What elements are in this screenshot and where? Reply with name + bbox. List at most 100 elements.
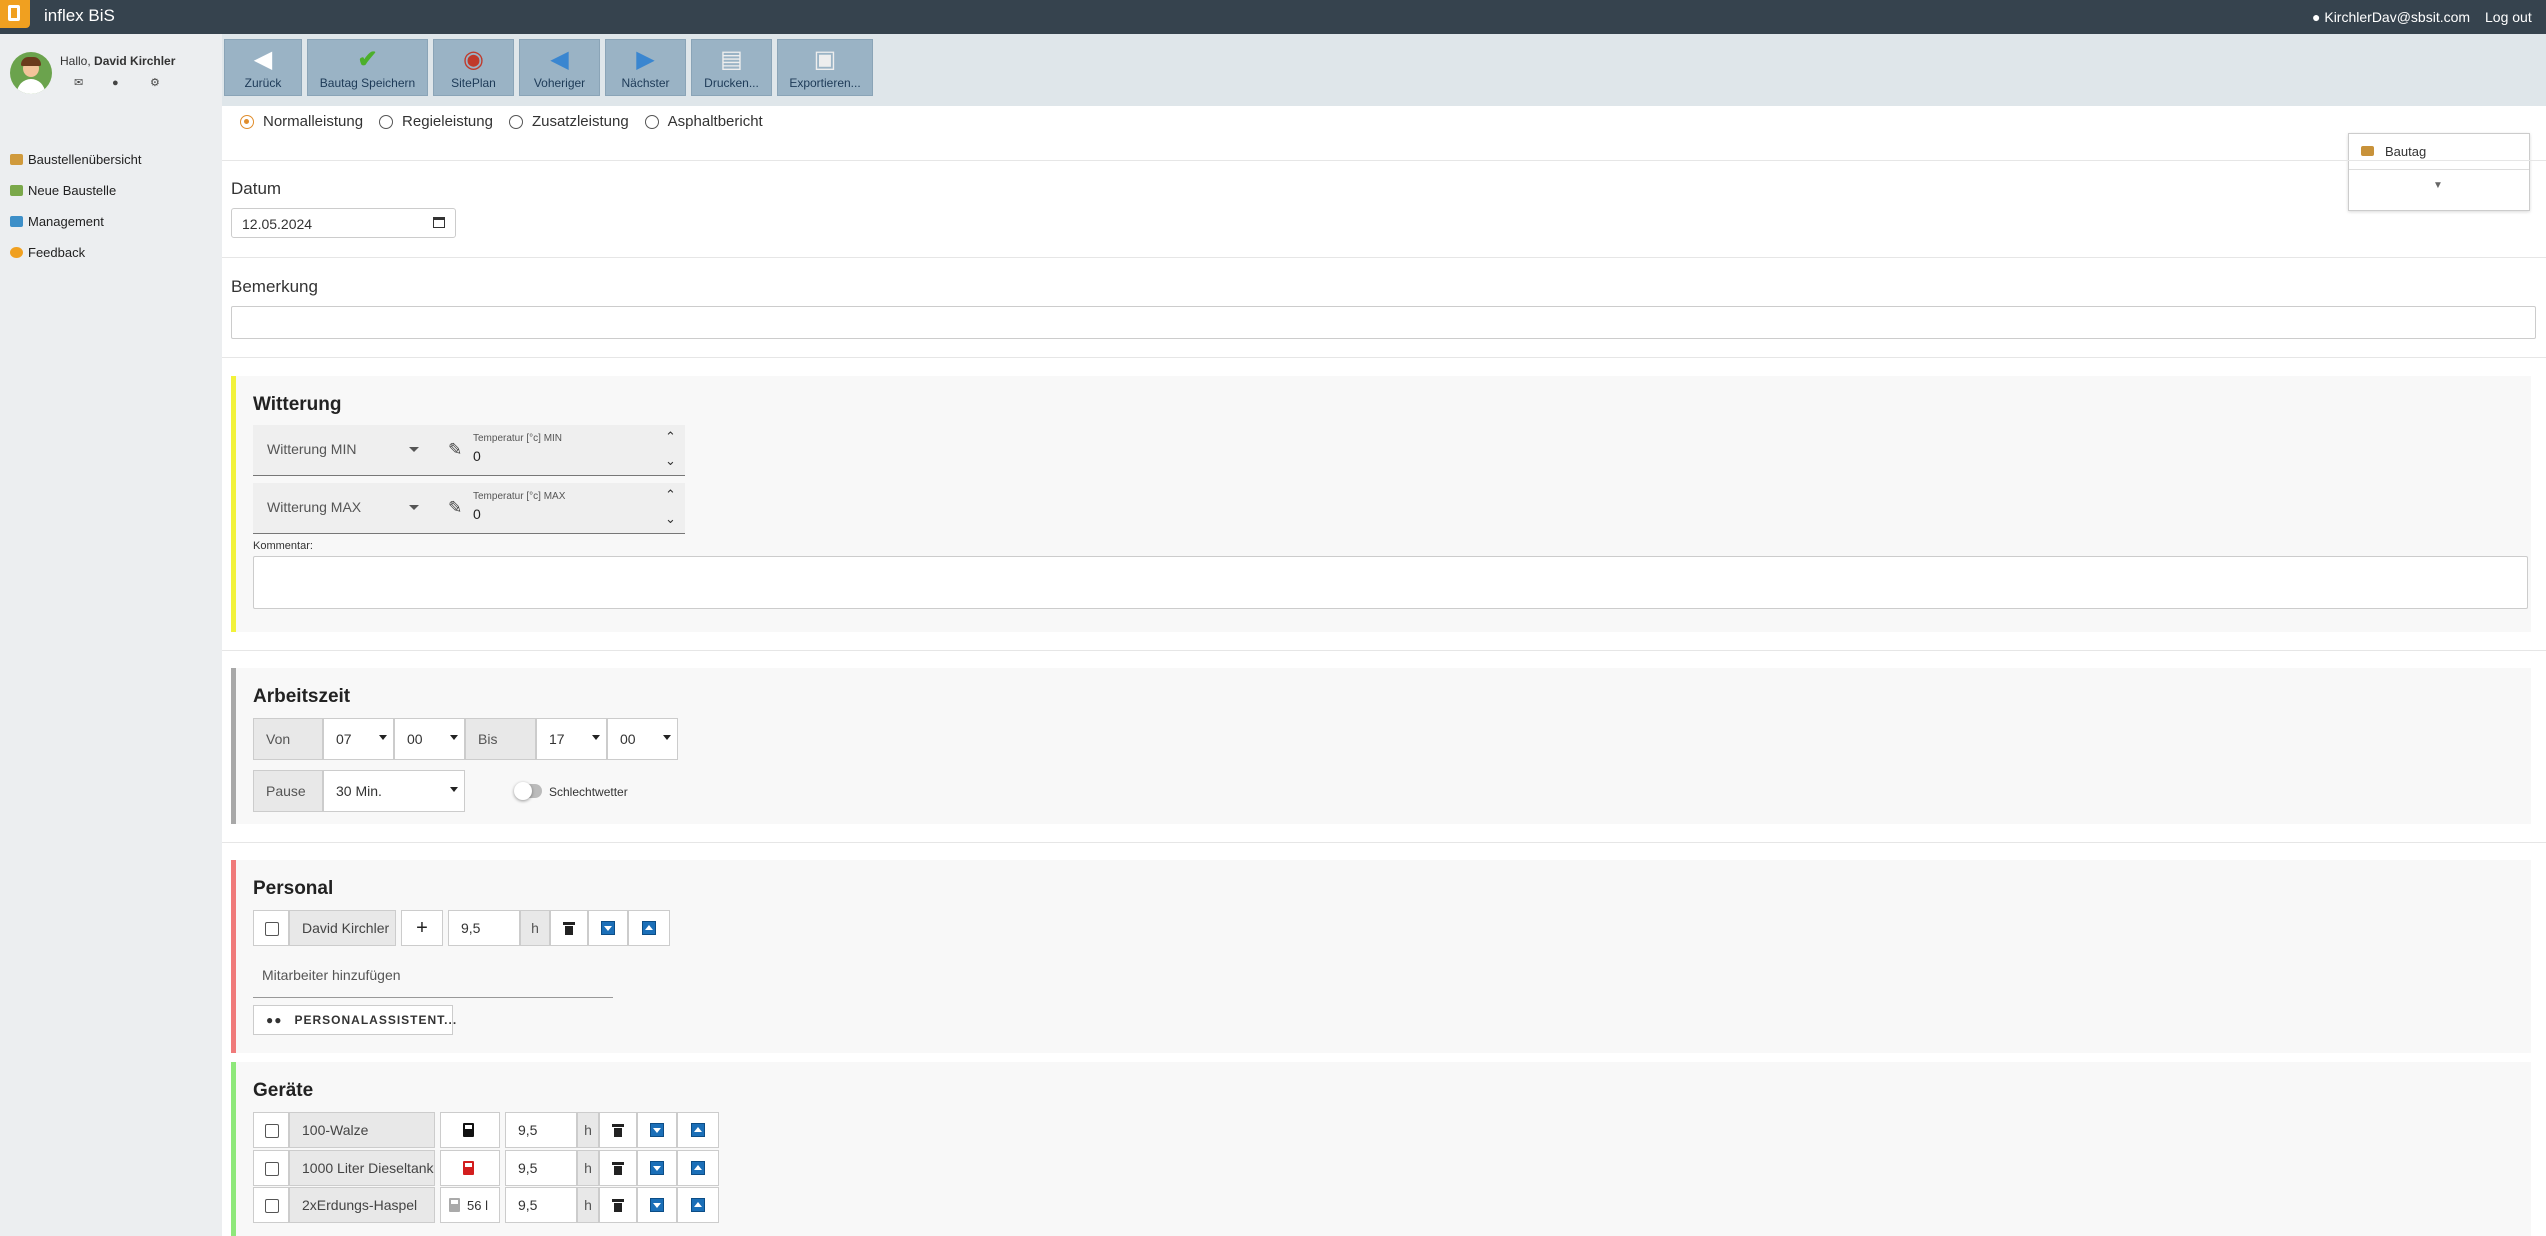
witterung-min-select[interactable]: Witterung MIN: [267, 441, 356, 457]
radio-regieleistung[interactable]: [379, 114, 394, 129]
geraet-hours-input[interactable]: 9,5: [505, 1150, 577, 1186]
move-down-geraet-button[interactable]: [637, 1150, 677, 1186]
geraet-hours-input[interactable]: 9,5: [505, 1112, 577, 1148]
back-button[interactable]: ◀ Zurück: [224, 39, 302, 96]
move-up-geraet-button[interactable]: [677, 1187, 719, 1223]
app-logo[interactable]: [0, 0, 30, 28]
siteplan-button[interactable]: ◉ SitePlan: [433, 39, 514, 96]
mail-icon[interactable]: ✉: [74, 76, 112, 89]
radio-label-asphaltbericht: Asphaltbericht: [667, 113, 763, 130]
personal-row-checkbox[interactable]: [265, 922, 279, 936]
chevron-down-icon[interactable]: ▼: [2433, 180, 2443, 191]
bis-minute-select[interactable]: 00: [607, 718, 678, 760]
logout-link[interactable]: Log out: [2485, 9, 2532, 25]
previous-button-label: Voheriger: [533, 76, 586, 90]
people-icon: ●●: [266, 1013, 283, 1027]
chevron-right-icon: ▶: [636, 46, 655, 73]
move-down-geraet-button[interactable]: [637, 1112, 677, 1148]
print-button[interactable]: ▤ Drucken...: [691, 39, 772, 96]
sidebar-item-label: Management: [28, 214, 104, 229]
geraet-row-checkbox[interactable]: [265, 1199, 279, 1213]
sidebar: Hallo, David Kirchler ✉ ● ⚙ Baustellenüber…: [0, 34, 222, 1236]
move-down-geraet-button[interactable]: [637, 1187, 677, 1223]
save-bautag-button[interactable]: ✔ Bautag Speichern: [307, 39, 428, 96]
delete-geraet-button[interactable]: [599, 1187, 637, 1223]
move-up-geraet-button[interactable]: [677, 1112, 719, 1148]
delete-geraet-button[interactable]: [599, 1150, 637, 1186]
von-minute-select[interactable]: 00: [394, 718, 465, 760]
caret-down-icon[interactable]: [409, 505, 419, 510]
temp-max-input[interactable]: 0: [473, 506, 481, 522]
add-hours-button[interactable]: +: [401, 910, 443, 946]
bis-hour-value: 17: [549, 731, 565, 747]
radio-label-regieleistung: Regieleistung: [402, 113, 493, 130]
von-hour-value: 07: [336, 731, 352, 747]
calendar-icon[interactable]: [433, 217, 445, 228]
arrow-up-icon: [691, 1123, 705, 1137]
geraet-name: 100-Walze: [289, 1112, 435, 1148]
sidebar-item-management[interactable]: Management: [10, 206, 141, 237]
move-up-geraet-button[interactable]: [677, 1150, 719, 1186]
sidebar-item-feedback[interactable]: Feedback: [10, 237, 141, 268]
schlechtwetter-toggle[interactable]: [514, 782, 542, 800]
save-bautag-button-label: Bautag Speichern: [319, 76, 416, 90]
caret-down-icon[interactable]: [409, 447, 419, 452]
fuel-button[interactable]: [440, 1112, 500, 1148]
bautag-panel[interactable]: Bautag ▼: [2348, 133, 2530, 211]
chevron-up-icon[interactable]: ⌃: [665, 487, 676, 503]
previous-button[interactable]: ◀ Voheriger: [519, 39, 600, 96]
sidebar-item-neue-baustelle[interactable]: Neue Baustelle: [10, 175, 141, 206]
chevron-up-icon[interactable]: ⌃: [665, 429, 676, 445]
kommentar-textarea[interactable]: [253, 556, 2528, 609]
arrow-down-icon: [601, 921, 615, 935]
radio-zusatzleistung[interactable]: [508, 114, 523, 129]
radio-normalleistung[interactable]: [240, 114, 254, 129]
delete-geraet-button[interactable]: [599, 1112, 637, 1148]
app-title: inflex BiS: [44, 6, 115, 25]
move-up-personal-button[interactable]: [628, 910, 670, 946]
geraet-row-checkbox[interactable]: [265, 1124, 279, 1138]
datum-input[interactable]: 12.05.2024: [231, 208, 456, 238]
geraet-name: 1000 Liter Dieseltank: [289, 1150, 435, 1186]
management-icon: [10, 216, 23, 227]
thermometer-icon: ✎: [448, 498, 463, 517]
delete-personal-button[interactable]: [550, 910, 588, 946]
von-hour-select[interactable]: 07: [323, 718, 394, 760]
fuel-button[interactable]: 56 l: [440, 1187, 500, 1223]
divider: [222, 160, 2546, 161]
temp-min-input[interactable]: 0: [473, 448, 481, 464]
arbeitszeit-section: Arbeitszeit Von 07 00 Bis 17 00 Pause 30…: [231, 668, 2531, 824]
export-button[interactable]: ▣ Exportieren...: [777, 39, 873, 96]
checkmark-icon: ✔: [357, 46, 378, 73]
witterung-max-select[interactable]: Witterung MAX: [267, 499, 361, 515]
sidebar-item-baustellenuebersicht[interactable]: Baustellenübersicht: [10, 144, 141, 175]
profile-icon[interactable]: ●: [112, 77, 150, 89]
witterung-max-row: Witterung MAX ✎ Temperatur [°c] MAX 0 ⌃ …: [253, 483, 685, 534]
hours-unit: h: [577, 1187, 599, 1223]
geraet-hours-input[interactable]: 9,5: [505, 1187, 577, 1223]
bemerkung-textarea[interactable]: [231, 306, 2536, 339]
sidebar-item-label: Feedback: [28, 245, 86, 260]
user-account-link[interactable]: ● KirchlerDav@sbsit.com: [2312, 9, 2470, 25]
gear-icon[interactable]: ⚙: [150, 76, 188, 89]
chevron-left-icon: ◀: [550, 46, 569, 73]
bis-hour-select[interactable]: 17: [536, 718, 607, 760]
chevron-down-icon: [450, 735, 458, 740]
personal-hours-input[interactable]: 9,5: [448, 910, 520, 946]
overview-icon: [10, 154, 23, 165]
personal-assistant-button[interactable]: ●● PERSONALASSISTENT...: [253, 1005, 456, 1035]
chevron-down-icon[interactable]: ⌄: [665, 453, 676, 469]
chevron-down-icon[interactable]: ⌄: [665, 511, 676, 527]
radio-asphaltbericht[interactable]: [644, 114, 659, 129]
pause-select[interactable]: 30 Min.: [323, 770, 465, 812]
geraet-row-checkbox[interactable]: [265, 1162, 279, 1176]
next-button[interactable]: ▶ Nächster: [605, 39, 686, 96]
export-icon: ▣: [813, 46, 837, 73]
fuel-button[interactable]: [440, 1150, 500, 1186]
witterung-min-row: Witterung MIN ✎ Temperatur [°c] MIN 0 ⌃ …: [253, 425, 685, 476]
mitarbeiter-add-input[interactable]: Mitarbeiter hinzufügen: [253, 967, 613, 998]
back-icon: ◀: [253, 46, 273, 73]
greeting-name: David Kirchler: [94, 54, 176, 68]
bis-label: Bis: [465, 718, 536, 760]
move-down-personal-button[interactable]: [588, 910, 628, 946]
